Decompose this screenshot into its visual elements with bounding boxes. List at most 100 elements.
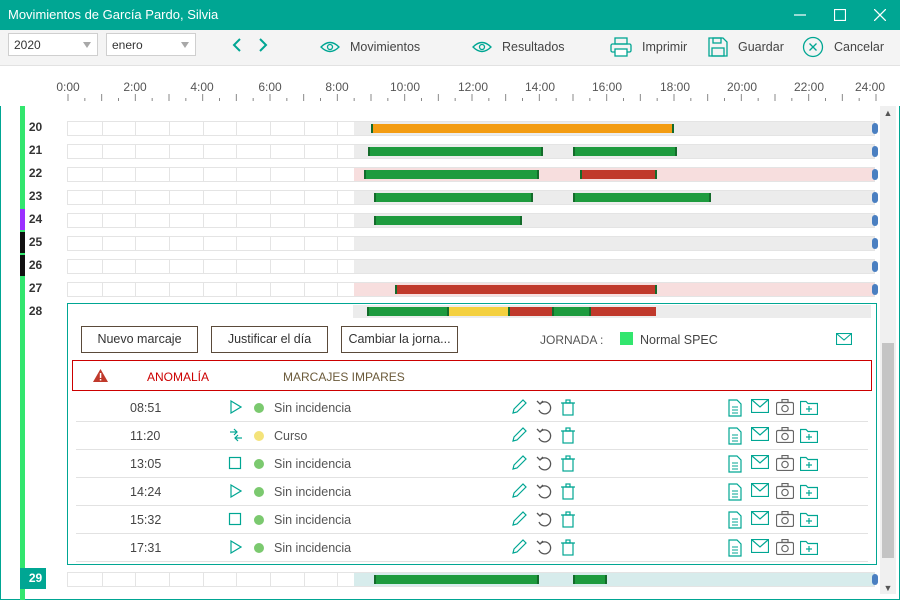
scroll-up-icon[interactable]: ▲: [883, 108, 893, 118]
time-bar[interactable]: [588, 307, 657, 316]
edit-pencil-icon[interactable]: [511, 427, 527, 446]
day-row[interactable]: 20: [20, 117, 880, 138]
day-row[interactable]: 25: [20, 232, 880, 253]
add-folder-icon[interactable]: [799, 483, 819, 502]
email-icon[interactable]: [750, 538, 770, 556]
email-icon[interactable]: [750, 510, 770, 528]
camera-icon[interactable]: [775, 510, 795, 530]
document-icon[interactable]: [728, 427, 742, 448]
time-bar[interactable]: [367, 147, 543, 156]
status-dot: [254, 431, 264, 441]
trash-icon[interactable]: [560, 511, 576, 532]
add-folder-icon[interactable]: [799, 511, 819, 530]
trash-icon[interactable]: [560, 427, 576, 448]
trash-icon[interactable]: [560, 455, 576, 476]
add-folder-icon[interactable]: [799, 455, 819, 474]
day-row[interactable]: 24: [20, 209, 880, 230]
marcaje-incidencia: Sin incidencia: [274, 541, 352, 555]
time-bar[interactable]: [366, 307, 448, 316]
guardar-button[interactable]: Guardar: [708, 35, 784, 59]
document-icon[interactable]: [728, 455, 742, 476]
time-bar[interactable]: [447, 307, 509, 316]
undo-icon[interactable]: [536, 511, 554, 532]
year-select[interactable]: 2020: [8, 33, 98, 56]
undo-icon[interactable]: [536, 399, 554, 420]
undo-icon[interactable]: [536, 455, 554, 476]
month-select[interactable]: enero: [106, 33, 196, 56]
time-bar[interactable]: [364, 170, 540, 179]
time-bar[interactable]: [374, 575, 540, 584]
time-bar[interactable]: [508, 307, 552, 316]
cambiar-jornada-button[interactable]: Cambiar la jorna...: [341, 326, 458, 353]
day-row[interactable]: 21: [20, 140, 880, 161]
undo-icon[interactable]: [536, 483, 554, 504]
scroll-down-icon[interactable]: ▼: [883, 583, 893, 593]
time-bar[interactable]: [374, 193, 533, 202]
time-bar[interactable]: [579, 170, 658, 179]
cancelar-button[interactable]: Cancelar: [802, 35, 884, 59]
day-row[interactable]: 29: [20, 568, 880, 589]
marcaje-row[interactable]: 08:51 Sin incidencia: [76, 394, 868, 422]
edit-pencil-icon[interactable]: [511, 539, 527, 558]
previous-month-button[interactable]: [230, 37, 244, 53]
email-icon[interactable]: [750, 398, 770, 416]
time-bar[interactable]: [573, 147, 678, 156]
marcaje-row[interactable]: 15:32 Sin incidencia: [76, 506, 868, 534]
time-bar[interactable]: [394, 285, 658, 294]
minimize-button[interactable]: [780, 0, 820, 30]
time-bar[interactable]: [573, 575, 607, 584]
grid-line: [270, 283, 271, 296]
justificar-dia-button[interactable]: Justificar el día: [211, 326, 328, 353]
day-row[interactable]: 26: [20, 255, 880, 276]
edit-pencil-icon[interactable]: [511, 455, 527, 474]
add-folder-icon[interactable]: [799, 399, 819, 418]
camera-icon[interactable]: [775, 398, 795, 418]
row-end-marker: [872, 192, 878, 203]
email-icon[interactable]: [750, 426, 770, 444]
camera-icon[interactable]: [775, 454, 795, 474]
edit-pencil-icon[interactable]: [511, 511, 527, 530]
document-icon[interactable]: [728, 399, 742, 420]
day-row[interactable]: 22: [20, 163, 880, 184]
close-button[interactable]: [860, 0, 900, 30]
cancelar-label: Cancelar: [834, 40, 885, 54]
camera-icon[interactable]: [775, 426, 795, 446]
camera-icon[interactable]: [775, 538, 795, 558]
edit-pencil-icon[interactable]: [511, 483, 527, 502]
day-number: 23: [20, 186, 46, 207]
time-bar[interactable]: [371, 124, 674, 133]
add-folder-icon[interactable]: [799, 427, 819, 446]
document-icon[interactable]: [728, 539, 742, 560]
marcaje-row[interactable]: 14:24 Sin incidencia: [76, 478, 868, 506]
marcaje-row[interactable]: 17:31 Sin incidencia: [76, 534, 868, 562]
movimientos-button[interactable]: Movimientos: [320, 35, 420, 59]
day-row[interactable]: 27: [20, 278, 880, 299]
email-icon[interactable]: [835, 332, 853, 348]
email-icon[interactable]: [750, 454, 770, 472]
time-bar[interactable]: [573, 193, 712, 202]
add-folder-icon[interactable]: [799, 539, 819, 558]
movimientos-label: Movimientos: [350, 40, 421, 54]
day-row[interactable]: 23: [20, 186, 880, 207]
undo-icon[interactable]: [536, 427, 554, 448]
undo-icon[interactable]: [536, 539, 554, 560]
trash-icon[interactable]: [560, 399, 576, 420]
scrollbar-thumb[interactable]: [882, 343, 894, 558]
trash-icon[interactable]: [560, 539, 576, 560]
time-bar[interactable]: [551, 307, 589, 316]
camera-icon[interactable]: [775, 482, 795, 502]
email-icon[interactable]: [750, 482, 770, 500]
trash-icon[interactable]: [560, 483, 576, 504]
marcaje-incidencia: Sin incidencia: [274, 513, 352, 527]
time-bar[interactable]: [374, 216, 523, 225]
nuevo-marcaje-button[interactable]: Nuevo marcaje: [81, 326, 198, 353]
document-icon[interactable]: [728, 511, 742, 532]
marcaje-row[interactable]: 11:20 Curso: [76, 422, 868, 450]
maximize-button[interactable]: [820, 0, 860, 30]
imprimir-button[interactable]: Imprimir: [610, 35, 687, 59]
marcaje-row[interactable]: 13:05 Sin incidencia: [76, 450, 868, 478]
resultados-button[interactable]: Resultados: [472, 35, 565, 59]
document-icon[interactable]: [728, 483, 742, 504]
next-month-button[interactable]: [256, 37, 270, 53]
edit-pencil-icon[interactable]: [511, 399, 527, 418]
